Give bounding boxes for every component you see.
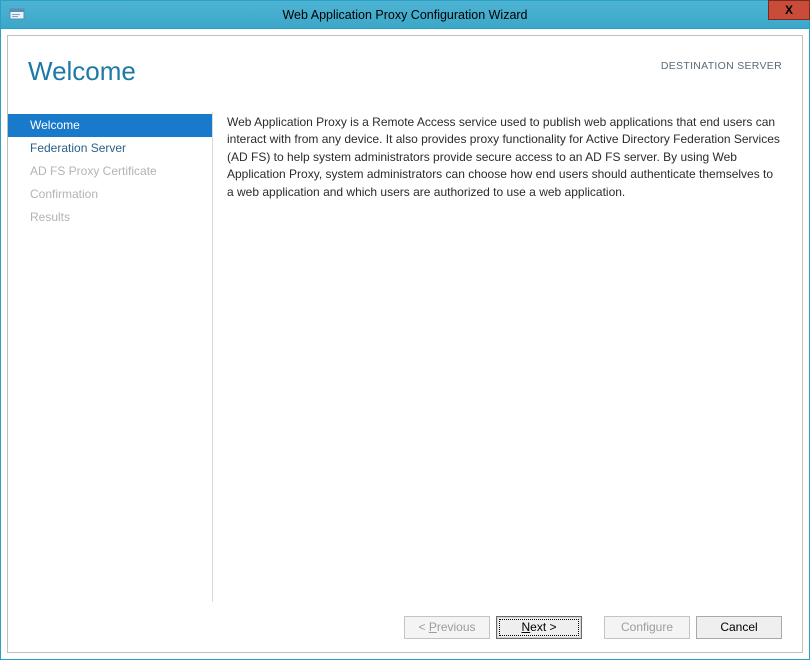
- destination-server-value: [661, 72, 782, 84]
- cancel-button[interactable]: Cancel: [696, 616, 782, 639]
- previous-button: < Previous: [404, 616, 490, 639]
- wizard-button-row: < Previous Next > Configure Cancel: [8, 602, 802, 652]
- sidebar-item-label: Confirmation: [30, 187, 98, 201]
- sidebar-item-federation-server[interactable]: Federation Server: [8, 137, 213, 160]
- wizard-steps-sidebar: Welcome Federation Server AD FS Proxy Ce…: [8, 108, 213, 602]
- main-content: Web Application Proxy is a Remote Access…: [213, 108, 802, 602]
- close-button[interactable]: X: [768, 0, 810, 20]
- sidebar-item-label: Federation Server: [30, 141, 126, 155]
- destination-server-block: DESTINATION SERVER: [661, 56, 782, 84]
- body-area: Welcome DESTINATION SERVER Welcome Feder…: [1, 29, 809, 659]
- welcome-description: Web Application Proxy is a Remote Access…: [227, 114, 782, 201]
- sidebar-item-adfs-proxy-certificate: AD FS Proxy Certificate: [8, 160, 213, 183]
- inner-panel: Welcome DESTINATION SERVER Welcome Feder…: [7, 35, 803, 653]
- next-button[interactable]: Next >: [496, 616, 582, 639]
- sidebar-item-label: Results: [30, 210, 70, 224]
- app-icon: [9, 7, 25, 23]
- sidebar-item-label: AD FS Proxy Certificate: [30, 164, 157, 178]
- sidebar-item-results: Results: [8, 206, 213, 229]
- sidebar-item-welcome[interactable]: Welcome: [8, 114, 213, 137]
- titlebar: Web Application Proxy Configuration Wiza…: [1, 1, 809, 29]
- sidebar-item-label: Welcome: [30, 118, 80, 132]
- destination-server-label: DESTINATION SERVER: [661, 60, 782, 72]
- wizard-window: Web Application Proxy Configuration Wiza…: [0, 0, 810, 660]
- page-title: Welcome: [28, 56, 136, 87]
- close-icon: X: [785, 3, 793, 17]
- sidebar-item-confirmation: Confirmation: [8, 183, 213, 206]
- header-row: Welcome DESTINATION SERVER: [8, 36, 802, 108]
- configure-button: Configure: [604, 616, 690, 639]
- window-title: Web Application Proxy Configuration Wiza…: [1, 8, 809, 22]
- content-row: Welcome Federation Server AD FS Proxy Ce…: [8, 108, 802, 602]
